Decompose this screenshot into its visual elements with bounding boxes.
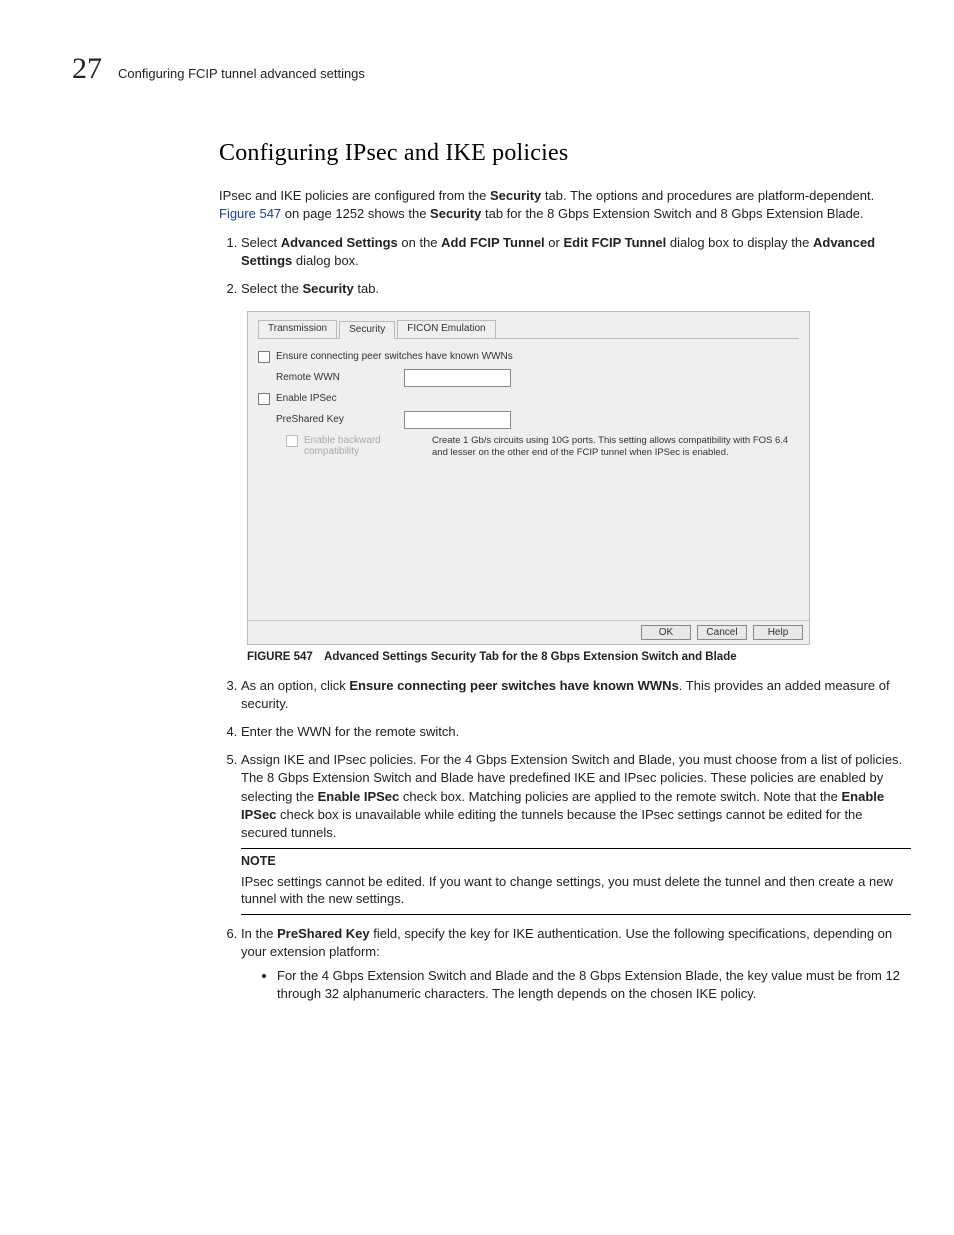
dialog-footer: OK Cancel Help	[248, 620, 809, 644]
chapter-number: 27	[72, 52, 102, 86]
note-body: IPsec settings cannot be edited. If you …	[241, 873, 911, 908]
text: In the	[241, 926, 277, 941]
preshared-key-label: PreShared Key	[276, 414, 404, 425]
tabstrip: Transmission Security FICON Emulation	[258, 320, 799, 339]
ensure-option-ref: Ensure connecting peer switches have kno…	[349, 678, 678, 693]
text: For the 4 Gbps Extension Switch and Blad…	[277, 968, 900, 1001]
figure-text: Advanced Settings Security Tab for the 8…	[324, 651, 737, 663]
text: dialog box.	[292, 253, 359, 268]
preshared-key-row: PreShared Key	[276, 411, 799, 429]
remote-wwn-input[interactable]	[404, 369, 511, 387]
backward-compat-label: Enable backward compatibility	[304, 435, 424, 457]
enable-ipsec-ref: Enable IPSec	[318, 789, 400, 804]
step-4: Enter the WWN for the remote switch.	[241, 723, 911, 741]
section-title: Configuring IPsec and IKE policies	[219, 140, 911, 167]
text: tab.	[354, 281, 379, 296]
text: on the	[398, 235, 441, 250]
text: check box is unavailable while editing t…	[241, 807, 863, 840]
figure-caption: FIGURE 547 Advanced Settings Security Ta…	[247, 651, 911, 663]
text: check box. Matching policies are applied…	[399, 789, 841, 804]
figure-link[interactable]: Figure 547	[219, 206, 281, 221]
enable-ipsec-row: Enable IPSec	[258, 393, 799, 405]
running-head: 27 Configuring FCIP tunnel advanced sett…	[72, 52, 882, 86]
step-5: Assign IKE and IPsec policies. For the 4…	[241, 751, 911, 915]
steps-bottom: As an option, click Ensure connecting pe…	[219, 677, 911, 1004]
note-heading: NOTE	[241, 853, 911, 871]
steps-top: Select Advanced Settings on the Add FCIP…	[219, 234, 911, 299]
help-button[interactable]: Help	[753, 625, 803, 640]
security-tab-ref: Security	[430, 206, 481, 221]
step-1: Select Advanced Settings on the Add FCIP…	[241, 234, 911, 270]
preshared-key-input[interactable]	[404, 411, 511, 429]
text: tab. The options and procedures are plat…	[541, 188, 874, 203]
step-3: As an option, click Ensure connecting pe…	[241, 677, 911, 713]
intro-paragraph: IPsec and IKE policies are configured fr…	[219, 187, 911, 222]
security-tab-ref: Security	[490, 188, 541, 203]
step-6-bullets: For the 4 Gbps Extension Switch and Blad…	[241, 967, 911, 1003]
text: Enter the WWN for the remote switch.	[241, 724, 459, 739]
cancel-button[interactable]: Cancel	[697, 625, 747, 640]
note-rule-bottom	[241, 914, 911, 915]
text: or	[545, 235, 564, 250]
ok-button[interactable]: OK	[641, 625, 691, 640]
edit-tunnel-ref: Edit FCIP Tunnel	[563, 235, 666, 250]
remote-wwn-label: Remote WWN	[276, 372, 404, 383]
ensure-wwns-label: Ensure connecting peer switches have kno…	[276, 351, 513, 362]
remote-wwn-row: Remote WWN	[276, 369, 799, 387]
enable-ipsec-checkbox[interactable]	[258, 393, 270, 405]
ensure-wwns-checkbox[interactable]	[258, 351, 270, 363]
figure-547: Transmission Security FICON Emulation En…	[247, 311, 911, 663]
text: As an option, click	[241, 678, 349, 693]
dialog-body: Transmission Security FICON Emulation En…	[248, 312, 809, 620]
page: 27 Configuring FCIP tunnel advanced sett…	[0, 0, 954, 1235]
text: IPsec and IKE policies are configured fr…	[219, 188, 490, 203]
tab-security[interactable]: Security	[339, 321, 395, 339]
advanced-settings-ref: Advanced Settings	[281, 235, 398, 250]
backcompat-row: Enable backward compatibility Create 1 G…	[286, 435, 799, 459]
tab-transmission[interactable]: Transmission	[258, 320, 337, 338]
text: Select the	[241, 281, 302, 296]
step-2: Select the Security tab.	[241, 280, 911, 298]
ensure-wwns-row: Ensure connecting peer switches have kno…	[258, 351, 799, 363]
text: tab for the 8 Gbps Extension Switch and …	[481, 206, 863, 221]
tab-ficon-emulation[interactable]: FICON Emulation	[397, 320, 495, 338]
backward-compat-checkbox	[286, 435, 298, 447]
text: Select	[241, 235, 281, 250]
text: dialog box to display the	[666, 235, 813, 250]
add-tunnel-ref: Add FCIP Tunnel	[441, 235, 545, 250]
enable-ipsec-label: Enable IPSec	[276, 393, 337, 404]
note-rule-top	[241, 848, 911, 849]
backward-compat-hint: Create 1 Gb/s circuits using 10G ports. …	[432, 435, 799, 459]
chapter-title: Configuring FCIP tunnel advanced setting…	[118, 66, 365, 81]
preshared-key-ref: PreShared Key	[277, 926, 370, 941]
advanced-settings-dialog: Transmission Security FICON Emulation En…	[247, 311, 810, 645]
step-6-bullet-1: For the 4 Gbps Extension Switch and Blad…	[277, 967, 911, 1003]
figure-label: FIGURE 547	[247, 651, 313, 663]
security-tab-ref: Security	[302, 281, 353, 296]
text: on page 1252 shows the	[281, 206, 430, 221]
content: Configuring IPsec and IKE policies IPsec…	[219, 140, 911, 1004]
step-6: In the PreShared Key field, specify the …	[241, 925, 911, 1004]
